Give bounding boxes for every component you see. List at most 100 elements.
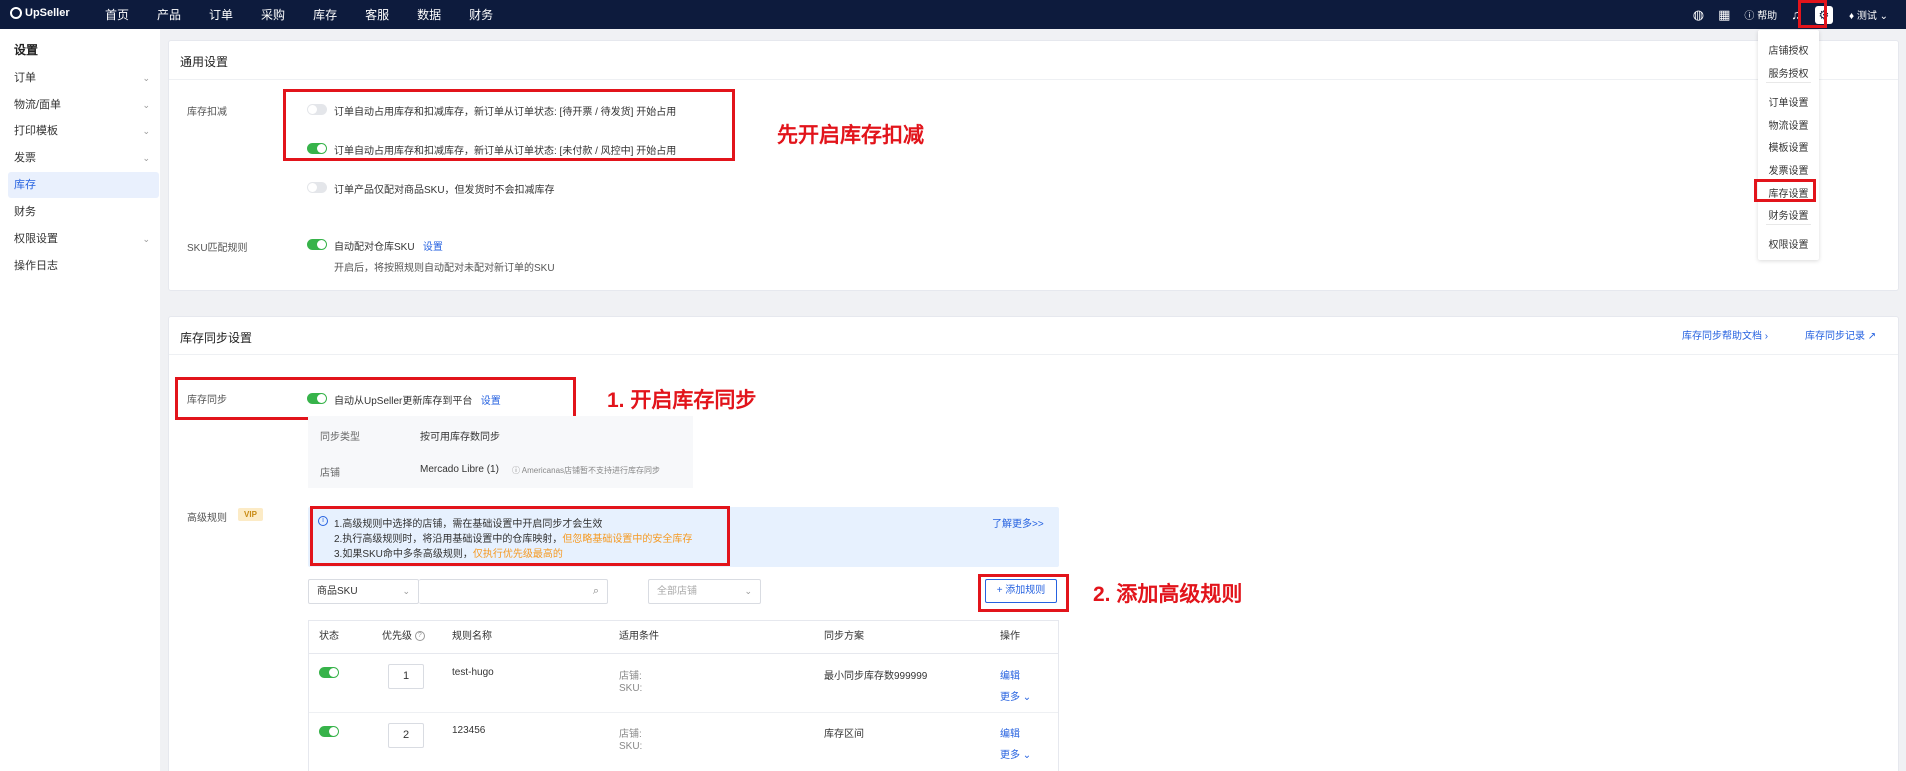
sidebar-item-label: 操作日志 (14, 260, 58, 272)
sidebar-item-label: 打印模板 (14, 125, 58, 137)
sidebar-item-label: 库存 (14, 179, 36, 191)
sidebar-item-invoice[interactable]: 发票 ⌄ (0, 145, 160, 171)
sync-store-value: Mercado Libre (1) (420, 464, 499, 475)
menu-divider (1766, 82, 1811, 83)
advanced-rules-table: 状态 优先级 ? 规则名称 适用条件 同步方案 操作 1 test-hugo 店… (308, 620, 1059, 771)
sync-type-value: 按可用库存数同步 (420, 432, 500, 443)
rule-edit-link[interactable]: 编辑 (1000, 667, 1020, 682)
menu-divider (1766, 224, 1811, 225)
rule-edit-link[interactable]: 编辑 (1000, 725, 1020, 740)
inventory-sync-title: 库存同步设置 (180, 331, 253, 345)
nav-item-purchase[interactable]: 采购 (261, 6, 285, 23)
col-header-status: 状态 (319, 631, 339, 642)
sync-store-note: ⓘ Americanas店铺暂不支持进行库存同步 (512, 465, 660, 476)
sku-match-text: 自动配对仓库SKU 设置 (334, 238, 443, 253)
nav-item-products[interactable]: 产品 (157, 6, 181, 23)
rule-sync-plan: 库存区间 (824, 729, 864, 740)
stock-deduct-toggle-3[interactable] (307, 182, 327, 193)
sku-match-option: 自动配对仓库SKU (334, 242, 415, 253)
nav-item-inventory[interactable]: 库存 (313, 6, 337, 23)
vip-badge: VIP (238, 508, 263, 521)
annotation-box-stock-deduct (283, 89, 735, 161)
sidebar-item-operation-log[interactable]: 操作日志 (0, 253, 160, 279)
annotation-box-add-rule (978, 574, 1069, 612)
annotation-box-gear (1798, 0, 1827, 28)
annotation-box-info (310, 506, 730, 566)
app-logo[interactable]: UpSeller (10, 7, 70, 19)
nav-item-home[interactable]: 首页 (105, 6, 129, 23)
menu-item-invoice-settings[interactable]: 发票设置 (1758, 162, 1819, 177)
rule-name: test-hugo (452, 667, 494, 678)
sidebar-item-label: 权限设置 (14, 233, 58, 245)
sku-search-input[interactable]: ⌕ (419, 579, 608, 604)
sidebar-item-orders[interactable]: 订单 ⌄ (0, 65, 160, 91)
sync-details-panel: 同步类型 按可用库存数同步 店铺 Mercado Libre (1) ⓘ Ame… (308, 416, 693, 488)
sync-help-doc-label: 库存同步帮助文档 (1682, 331, 1762, 342)
chevron-down-icon: ⌄ (142, 100, 150, 110)
chevron-down-icon: ⌄ (142, 73, 150, 83)
annotation-box-inventory-settings (1754, 179, 1816, 202)
menu-item-store-auth[interactable]: 店铺授权 (1758, 42, 1819, 57)
divider (169, 79, 1898, 80)
rule-more-label: 更多 (1000, 692, 1020, 703)
sidebar-item-label: 订单 (14, 72, 36, 84)
sidebar-item-logistics[interactable]: 物流/面单 ⌄ (0, 92, 160, 118)
general-settings-title: 通用设置 (180, 55, 229, 69)
col-header-rule-name: 规则名称 (452, 631, 492, 642)
sidebar-item-print-templates[interactable]: 打印模板 ⌄ (0, 118, 160, 144)
nav-item-orders[interactable]: 订单 (209, 6, 233, 23)
sidebar-item-permissions[interactable]: 权限设置 ⌄ (0, 226, 160, 252)
logo-icon (10, 7, 22, 19)
sidebar-item-inventory[interactable]: 库存 (8, 172, 159, 198)
sidebar-item-label: 物流/面单 (14, 99, 62, 111)
nav-item-data[interactable]: 数据 (417, 6, 441, 23)
sidebar-item-finance[interactable]: 财务 (0, 199, 160, 225)
question-icon[interactable]: ? (414, 631, 425, 642)
menu-item-template-settings[interactable]: 模板设置 (1758, 139, 1819, 154)
sync-record-link[interactable]: 库存同步记录 ↗ (1805, 327, 1876, 342)
user-name: 测试 (1856, 11, 1877, 22)
chevron-down-icon: ⌄ (402, 586, 410, 596)
nav-item-service[interactable]: 客服 (365, 6, 389, 23)
apps-grid-icon[interactable]: ▦ (1718, 7, 1730, 23)
chevron-down-icon: ⌄ (142, 153, 150, 163)
stock-deduct-label: 库存扣减 (187, 107, 227, 118)
sync-help-doc-link[interactable]: 库存同步帮助文档 › (1682, 327, 1768, 342)
annotation-enable-stock-deduct: 先开启库存扣减 (777, 124, 924, 147)
menu-item-permission-settings[interactable]: 权限设置 (1758, 236, 1819, 251)
rule-cond-sku: SKU: (619, 741, 643, 752)
rule-cond-store: 店铺: (619, 729, 642, 740)
rule-more-menu[interactable]: 更多 ⌄ (1000, 746, 1031, 761)
rule-status-toggle[interactable] (319, 726, 339, 737)
menu-item-logistics-settings[interactable]: 物流设置 (1758, 117, 1819, 132)
sku-match-toggle[interactable] (307, 239, 327, 250)
menu-item-order-settings[interactable]: 订单设置 (1758, 94, 1819, 109)
sidebar-title: 设置 (14, 43, 39, 57)
store-select[interactable]: 全部店铺 ⌄ (648, 579, 761, 604)
user-menu[interactable]: ♦ 测试 ⌄ (1849, 7, 1888, 22)
globe-icon[interactable]: ◍ (1693, 7, 1704, 23)
nav-item-finance[interactable]: 财务 (469, 6, 493, 23)
sku-type-selected: 商品SKU (317, 586, 358, 597)
chevron-down-icon: ⌄ (1022, 750, 1032, 761)
advanced-rules-label: 高级规则 (187, 513, 227, 524)
sidebar: 设置 订单 ⌄ 物流/面单 ⌄ 打印模板 ⌄ 发票 ⌄ 库存 财务 权限设置 ⌄ 操作日志 (0, 29, 160, 771)
sku-type-select[interactable]: 商品SKU ⌄ (308, 579, 419, 604)
help-link[interactable]: ⓘ 帮助 (1744, 7, 1777, 22)
chevron-down-icon: ⌄ (1022, 692, 1032, 703)
rule-status-toggle[interactable] (319, 667, 339, 678)
diamond-icon: ♦ (1848, 11, 1855, 22)
menu-item-finance-settings[interactable]: 财务设置 (1758, 207, 1819, 222)
chevron-down-icon: ⌄ (142, 126, 150, 136)
sku-match-settings-link[interactable]: 设置 (423, 242, 443, 253)
annotation-add-advanced-rule: 2. 添加高级规则 (1093, 583, 1243, 606)
rule-sync-plan: 最小同步库存数999999 (824, 671, 928, 682)
learn-more-link[interactable]: 了解更多>> (992, 515, 1044, 530)
sync-store-note-text: Americanas店铺暂不支持进行库存同步 (521, 466, 661, 475)
rule-priority-input[interactable]: 1 (388, 664, 424, 689)
annotation-box-inventory-sync (175, 377, 576, 420)
search-icon[interactable]: ⌕ (593, 580, 599, 603)
rule-priority-input[interactable]: 2 (388, 723, 424, 748)
menu-item-service-auth[interactable]: 服务授权 (1758, 65, 1819, 80)
rule-more-menu[interactable]: 更多 ⌄ (1000, 688, 1031, 703)
